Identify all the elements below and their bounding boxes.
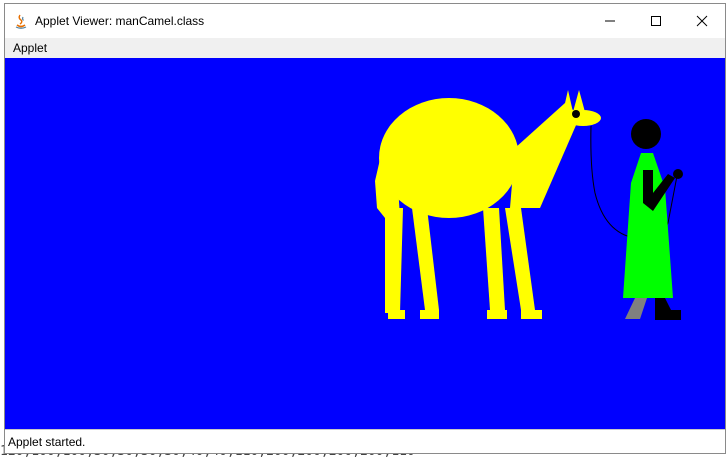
status-text: Applet started. (8, 434, 86, 449)
camel-hump (379, 98, 519, 218)
man-boot-back (625, 298, 647, 319)
applet-viewer-window: Applet Viewer: manCamel.class Applet App… (4, 3, 726, 454)
man-hand (673, 169, 683, 179)
minimize-icon (605, 20, 615, 22)
camel (375, 90, 601, 319)
menu-bar: Applet (5, 38, 725, 58)
camel-ear-2 (573, 90, 585, 112)
title-bar[interactable]: Applet Viewer: manCamel.class (5, 4, 725, 38)
window-title: Applet Viewer: manCamel.class (35, 14, 205, 28)
camel-leg-front-left (483, 208, 505, 310)
applet-drawing (375, 90, 683, 320)
camel-ear-1 (563, 90, 573, 112)
close-icon (696, 15, 708, 27)
camel-foot-front-right (521, 310, 542, 319)
maximize-icon (651, 16, 661, 26)
maximize-button[interactable] (633, 4, 679, 38)
applet-canvas[interactable] (5, 58, 725, 429)
java-icon (15, 14, 27, 29)
camel-leg-back-right (412, 208, 439, 310)
man (623, 119, 683, 320)
camel-foot-front-left (487, 310, 507, 319)
close-button[interactable] (679, 4, 725, 38)
status-bar: Applet started. (5, 429, 725, 453)
camel-leg-front-right (505, 208, 535, 310)
camel-head (565, 110, 601, 126)
camel-foot-back-right (420, 310, 439, 319)
camel-leg-back-left (385, 208, 403, 313)
camel-foot-back-left (388, 310, 405, 319)
man-boot-front (655, 298, 681, 320)
menu-applet[interactable]: Applet (5, 41, 55, 55)
window-controls (587, 4, 725, 38)
man-head (631, 119, 661, 149)
minimize-button[interactable] (587, 4, 633, 38)
camel-eye (572, 110, 580, 118)
